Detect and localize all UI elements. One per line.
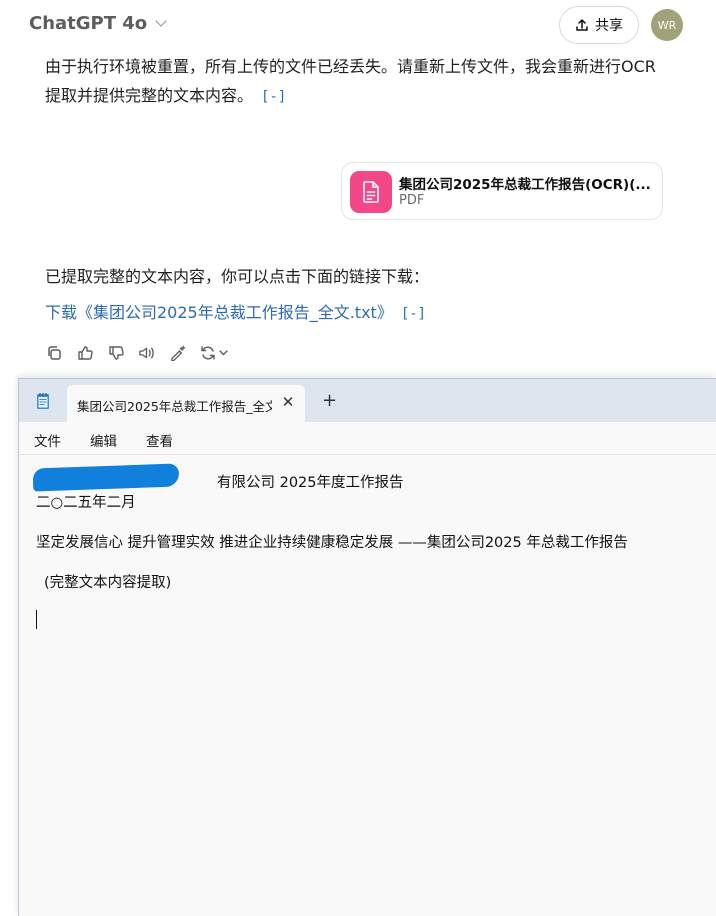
text-line: 有限公司 2025年度工作报告 [217,475,404,491]
model-title: ChatGPT 4o [29,13,148,34]
avatar[interactable]: WR [651,9,683,41]
regenerate-icon[interactable] [200,343,230,363]
close-icon[interactable]: ✕ [279,393,297,411]
text-line: 二○二五年二月 [36,495,136,511]
read-aloud-icon[interactable] [138,343,155,363]
menu-edit[interactable]: 编辑 [90,430,117,450]
chat-header: ChatGPT 4o 共享 WR [0,0,716,52]
chatgpt-window: ChatGPT 4o 共享 WR 由于执行环境被重置，所有上传的文件已经丢失。请… [0,0,716,380]
text-caret [36,610,37,629]
menu-file[interactable]: 文件 [34,430,61,450]
message-actions [45,343,230,363]
share-label: 共享 [595,18,623,34]
menu-view[interactable]: 查看 [146,430,173,450]
text-editor[interactable]: 有限公司 2025年度工作报告 二○二五年二月 坚定发展信心 提升管理实效 推进… [19,456,716,916]
assistant-message-text: 已提取完整的文本内容，你可以点击下面的链接下载： [45,267,430,286]
new-tab-button[interactable]: + [322,392,337,410]
text-line: (完整文本内容提取) [44,575,172,591]
message-text: 由于执行环境被重置，所有上传的文件已经丢失。请重新上传文件，我会重新进行OCR提… [45,57,656,105]
tab-document[interactable]: 集团公司2025年总裁工作报告_全文 ✕ [67,385,305,422]
thumbs-down-icon[interactable] [107,343,124,363]
share-icon [576,19,588,31]
file-name: 集团公司2025年总裁工作报告(OCR)(... [399,177,651,193]
menu-bar: 文件 编辑 查看 [19,422,716,455]
screen: ChatGPT 4o 共享 WR 由于执行环境被重置，所有上传的文件已经丢失。请… [0,0,716,916]
citation-link[interactable]: [-] [261,89,286,105]
redaction-mark [33,478,73,488]
thumbs-up-icon[interactable] [76,343,93,363]
edit-icon[interactable] [169,343,186,363]
chevron-down-icon [155,15,167,27]
tab-bar: 集团公司2025年总裁工作报告_全文 ✕ + [19,379,716,422]
text-line: 坚定发展信心 提升管理实效 推进企业持续健康稳定发展 ——集团公司2025 年总… [36,535,628,551]
share-button[interactable]: 共享 [559,6,639,44]
download-link-row: 下载《集团公司2025年总裁工作报告_全文.txt》 [-] [45,298,426,329]
download-link[interactable]: 下载《集团公司2025年总裁工作报告_全文.txt》 [45,303,393,322]
tab-title: 集团公司2025年总裁工作报告_全文 [77,399,272,414]
file-type: PDF [399,193,425,208]
citation-link[interactable]: [-] [401,306,426,322]
notepad-window: 集团公司2025年总裁工作报告_全文 ✕ + 文件 编辑 查看 有限公司 202… [18,378,716,916]
uploaded-file-card[interactable]: 集团公司2025年总裁工作报告(OCR)(... PDF [341,162,663,220]
copy-icon[interactable] [45,343,62,363]
assistant-message: 由于执行环境被重置，所有上传的文件已经丢失。请重新上传文件，我会重新进行OCR提… [45,52,665,112]
document-icon [350,171,392,213]
notepad-icon [37,393,49,409]
model-selector[interactable]: ChatGPT 4o [29,13,167,34]
